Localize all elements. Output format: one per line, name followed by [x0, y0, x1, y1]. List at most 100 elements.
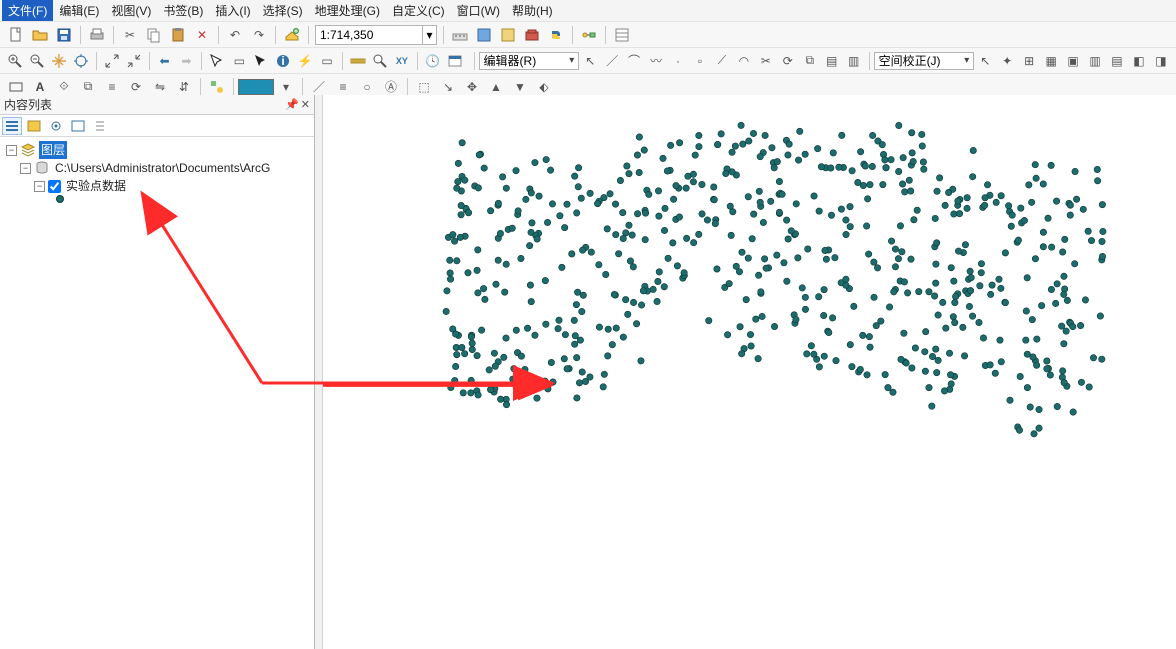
data-path-label: C:\Users\Administrator\Documents\ArcG: [53, 159, 272, 177]
paste-icon[interactable]: [167, 24, 189, 46]
tree-layer-symbol[interactable]: [56, 195, 308, 203]
adjust-edge-icon: ▥: [1085, 50, 1105, 72]
table-of-contents-icon[interactable]: [611, 24, 633, 46]
zoom-in-icon[interactable]: [5, 50, 25, 72]
map-canvas[interactable]: [323, 95, 1176, 649]
fixed-zoom-in-icon[interactable]: [102, 50, 122, 72]
edit-merge-icon: ⧉: [800, 50, 820, 72]
new-doc-icon[interactable]: [5, 24, 27, 46]
clear-selection-icon[interactable]: ▭: [229, 50, 249, 72]
html-popup-icon[interactable]: ▭: [317, 50, 337, 72]
measure-icon[interactable]: [348, 50, 368, 72]
map-view[interactable]: [323, 95, 1176, 649]
delete-icon[interactable]: ✕: [191, 24, 213, 46]
scale-combo[interactable]: 1:714,350 ▾: [315, 25, 437, 45]
fixed-zoom-out-icon[interactable]: [124, 50, 144, 72]
toc-tab-selection[interactable]: [68, 117, 88, 135]
chevron-down-icon: ▾: [964, 55, 969, 66]
adjust-links-table-icon: ◨: [1151, 50, 1171, 72]
pin-icon[interactable]: 📌: [285, 98, 299, 111]
pan-icon[interactable]: [49, 50, 69, 72]
menu-customize[interactable]: 自定义(C): [386, 0, 451, 21]
toc-tree: − 图层 − C:\Users\Administrator\Documents\…: [0, 137, 314, 207]
editor-dropdown[interactable]: 编辑器(R) ▾: [479, 52, 580, 70]
svg-text:i: i: [282, 54, 285, 68]
menu-bookmarks[interactable]: 书签(B): [157, 0, 209, 21]
open-icon[interactable]: [29, 24, 51, 46]
menu-edit[interactable]: 编辑(E): [53, 0, 105, 21]
adjust-grid-icon: ▦: [1041, 50, 1061, 72]
save-icon[interactable]: [53, 24, 75, 46]
edit-cut-icon: ✂: [756, 50, 776, 72]
workspace: 内容列表 📌 ✕ − 图层 − C:\Users\Administrator\D…: [0, 95, 1176, 649]
full-extent-icon[interactable]: [71, 50, 91, 72]
editor-toolbar-icon[interactable]: [449, 24, 471, 46]
viewer-window-icon[interactable]: [445, 50, 465, 72]
toolbar-area: ✂ ✕ ↶ ↷ 1:714,350 ▾ ⬅ ➡ ▭ i ⚡ ▭: [0, 21, 1176, 100]
print-icon[interactable]: [86, 24, 108, 46]
folder-connection-icon: [34, 160, 50, 176]
chevron-down-icon[interactable]: ▾: [422, 26, 436, 44]
toc-tab-visibility[interactable]: [46, 117, 66, 135]
menu-insert[interactable]: 插入(I): [209, 0, 256, 21]
edit-reshape-icon: ◠: [734, 50, 754, 72]
toc-header: 内容列表 📌 ✕: [0, 95, 314, 115]
redo-icon[interactable]: ↷: [248, 24, 270, 46]
adjust-tile-icon: ▤: [1107, 50, 1127, 72]
copy-icon[interactable]: [143, 24, 165, 46]
python-icon[interactable]: [545, 24, 567, 46]
identify-icon[interactable]: i: [273, 50, 293, 72]
scale-value: 1:714,350: [316, 26, 422, 44]
tree-root-layers[interactable]: − 图层: [6, 141, 308, 159]
tree-layer-item[interactable]: − 实验点数据: [34, 177, 308, 195]
edit-tool-icon: ↖: [580, 50, 600, 72]
menu-geoprocessing[interactable]: 地理处理(G): [309, 0, 386, 21]
add-data-icon[interactable]: [281, 24, 303, 46]
hyperlink-icon[interactable]: ⚡: [295, 50, 315, 72]
edit-line-icon: ／: [602, 50, 622, 72]
goto-xy-icon[interactable]: XY: [392, 50, 412, 72]
select-arrow-icon[interactable]: ↖: [975, 50, 995, 72]
edit-point-icon: ·: [668, 50, 688, 72]
toc-tab-options[interactable]: [90, 117, 110, 135]
edit-arc-icon: ⌒: [624, 50, 644, 72]
next-extent-icon[interactable]: ➡: [176, 50, 196, 72]
menu-select[interactable]: 选择(S): [257, 0, 309, 21]
find-icon[interactable]: [370, 50, 390, 72]
adjust-multi-icon: ⊞: [1019, 50, 1039, 72]
edit-rotate-icon: ⟳: [778, 50, 798, 72]
editor-label: 编辑器(R): [484, 52, 537, 69]
close-icon[interactable]: ✕: [301, 98, 310, 111]
arctoolbox-icon[interactable]: [521, 24, 543, 46]
search-window-icon[interactable]: [497, 24, 519, 46]
spatial-adjust-label: 空间校正(J): [879, 52, 941, 69]
toc-tab-drawing-order[interactable]: [2, 117, 22, 135]
adjust-preview-icon: ◧: [1129, 50, 1149, 72]
collapse-icon[interactable]: −: [6, 145, 17, 156]
select-features-icon[interactable]: [207, 50, 227, 72]
spatial-adjustment-dropdown[interactable]: 空间校正(J) ▾: [874, 52, 975, 70]
menu-file[interactable]: 文件(F): [2, 0, 53, 21]
catalog-icon[interactable]: [473, 24, 495, 46]
undo-icon[interactable]: ↶: [224, 24, 246, 46]
zoom-out-icon[interactable]: [27, 50, 47, 72]
splitter[interactable]: [315, 95, 323, 649]
prev-extent-icon[interactable]: ⬅: [155, 50, 175, 72]
cut-icon[interactable]: ✂: [119, 24, 141, 46]
collapse-icon[interactable]: −: [20, 163, 31, 174]
model-builder-icon[interactable]: [578, 24, 600, 46]
fill-color-swatch[interactable]: [238, 79, 274, 95]
time-slider-icon[interactable]: 🕓: [423, 50, 443, 72]
layer-visibility-checkbox[interactable]: [48, 180, 61, 193]
menu-help[interactable]: 帮助(H): [506, 0, 559, 21]
edit-trace-icon: 〰: [646, 50, 666, 72]
toc-tab-source[interactable]: [24, 117, 44, 135]
menu-window[interactable]: 窗口(W): [451, 0, 506, 21]
toc-tabs: [0, 115, 314, 137]
collapse-icon[interactable]: −: [34, 181, 45, 192]
layers-label: 图层: [39, 141, 67, 159]
layers-stack-icon: [20, 142, 36, 158]
select-elements-icon[interactable]: [251, 50, 271, 72]
menu-view[interactable]: 视图(V): [105, 0, 157, 21]
tree-data-frame[interactable]: − C:\Users\Administrator\Documents\ArcG: [20, 159, 308, 177]
